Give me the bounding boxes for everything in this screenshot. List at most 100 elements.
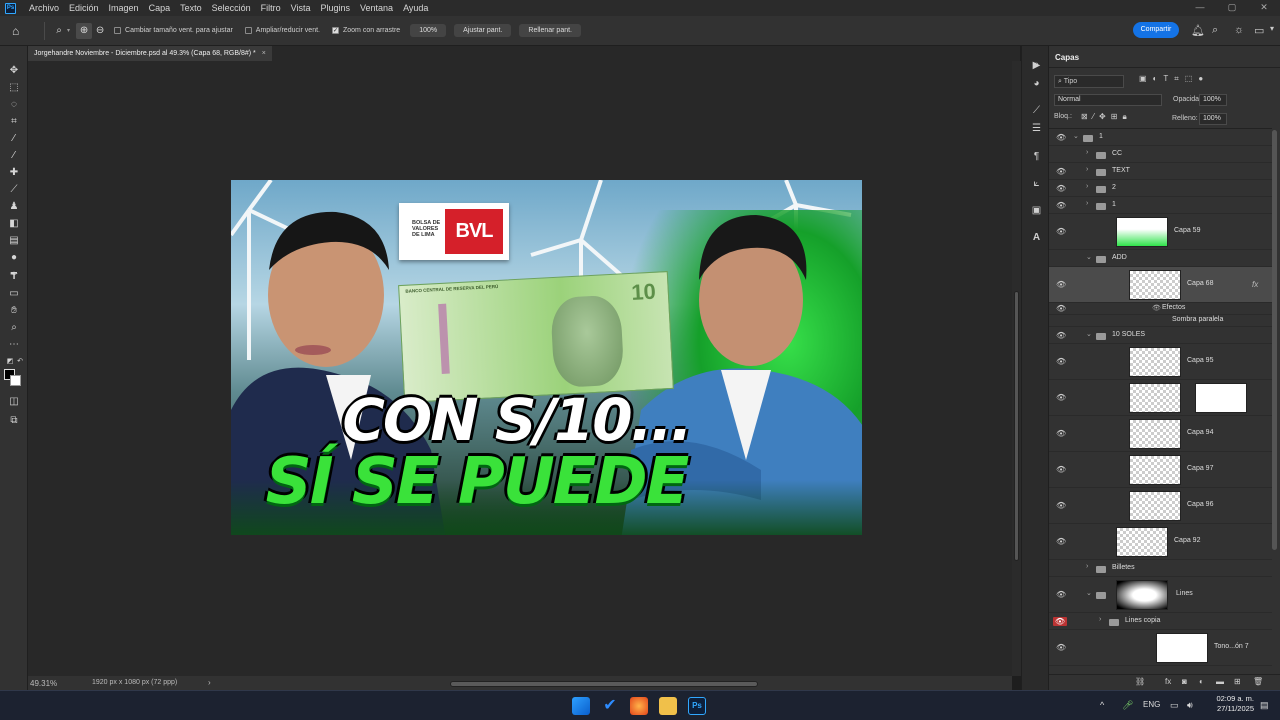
chevron-down-icon[interactable]: ▾ — [1270, 24, 1274, 33]
language-indicator[interactable]: ENG — [1143, 700, 1160, 709]
layer-name[interactable]: Capa 97 — [1187, 465, 1213, 472]
chevron-right-icon[interactable]: › — [1099, 616, 1101, 623]
layer-name[interactable]: ADD — [1112, 254, 1127, 261]
layer-name[interactable]: Capa 92 — [1174, 537, 1200, 544]
menu-seleccion[interactable]: Selección — [207, 3, 256, 13]
photoshop-taskbar-icon[interactable]: Ps — [688, 697, 706, 715]
microphone-icon[interactable]: 🎤︎ — [1122, 700, 1133, 711]
chevron-down-icon[interactable]: ⌄ — [1086, 253, 1092, 261]
visibility-eye-icon[interactable]: 👁︎ — [1056, 501, 1066, 510]
layer-thumbnail[interactable] — [1116, 527, 1168, 557]
layer-name[interactable]: TEXT — [1112, 167, 1130, 174]
layer-row[interactable]: 👁︎ Capa 92 — [1049, 524, 1272, 560]
background-color-swatch[interactable] — [10, 375, 21, 386]
layer-name[interactable]: 1 — [1099, 133, 1103, 140]
visibility-eye-icon[interactable]: 👁︎ — [1056, 316, 1066, 325]
eyedropper-tool-icon[interactable]: ⁄ — [7, 149, 21, 163]
menu-archivo[interactable]: Archivo — [24, 3, 64, 13]
visibility-eye-icon[interactable]: 👁︎ — [1056, 429, 1066, 438]
zoom-tool-icon[interactable]: ⌕ — [7, 321, 21, 335]
zoom-tool-preset-icon[interactable]: ⌕ — [51, 23, 67, 39]
menu-texto[interactable]: Texto — [175, 3, 207, 13]
color-panel-icon[interactable]: ◕ — [1030, 77, 1043, 90]
swap-colors-icon[interactable]: ↶ — [13, 355, 27, 369]
visibility-eye-icon[interactable]: 👁︎ — [1056, 357, 1066, 366]
layer-row[interactable]: 👁︎ › CC — [1049, 146, 1272, 163]
layer-name[interactable]: Tono...ón 7 — [1214, 643, 1249, 650]
fill-screen-button[interactable]: Rellenar pant. — [519, 24, 581, 37]
visibility-eye-icon[interactable]: 👁︎ — [1056, 201, 1066, 210]
opacity-field[interactable]: 100% — [1199, 94, 1227, 106]
volume-icon[interactable]: 🔊︎ — [1187, 700, 1193, 711]
layer-row[interactable]: 👁︎ › Lines copia — [1049, 613, 1272, 630]
layer-row[interactable]: 👁︎ 👁︎ Efectos — [1049, 303, 1272, 315]
layer-thumbnail[interactable] — [1129, 347, 1181, 377]
document-tab[interactable]: Jorgehandre Noviembre - Diciembre.psd al… — [28, 46, 272, 61]
layer-name[interactable]: Capa 68 — [1187, 280, 1213, 287]
layer-row[interactable]: 👁︎ Capa 59 — [1049, 214, 1272, 250]
layer-name[interactable]: 10 SOLES — [1112, 331, 1145, 338]
layers-scrollbar[interactable] — [1272, 130, 1277, 550]
visibility-eye-icon[interactable]: 👁︎ — [1056, 465, 1066, 474]
zoom-100-button[interactable]: 100% — [410, 24, 447, 37]
blend-mode-select[interactable]: Normal — [1054, 94, 1162, 106]
link-layers-icon[interactable]: ⛓ — [1135, 677, 1145, 686]
layer-thumbnail[interactable] — [1129, 491, 1181, 521]
menu-capa[interactable]: Capa — [144, 3, 176, 13]
layer-row[interactable]: 👁︎ Sombra paralela — [1049, 315, 1272, 327]
layer-thumbnail[interactable] — [1156, 633, 1208, 663]
visibility-eye-icon[interactable]: 👁︎ — [1056, 227, 1066, 236]
clock[interactable]: 02:09 a. m. 27/11/2025 — [1208, 694, 1254, 714]
layer-row[interactable]: 👁︎ Capa 94 — [1049, 416, 1272, 452]
color-swatches[interactable] — [4, 369, 24, 389]
layer-name[interactable]: Billetes — [1112, 564, 1135, 571]
firefox-icon[interactable] — [630, 697, 648, 715]
layer-name[interactable]: Capa 59 — [1174, 227, 1200, 234]
chevron-down-icon[interactable]: ▾ — [67, 27, 70, 34]
paragraph-panel-icon[interactable]: ¶ — [1030, 150, 1043, 163]
layer-row[interactable]: 👁︎ › 1 — [1049, 197, 1272, 214]
adjustments-panel-icon[interactable]: ☰ — [1030, 122, 1043, 135]
layer-row[interactable]: 👁︎ ⌄ 10 SOLES — [1049, 327, 1272, 344]
layer-filter-icons[interactable]: ▣◐T⌗⬚● — [1139, 74, 1209, 84]
menu-ventana[interactable]: Ventana — [355, 3, 398, 13]
layer-row[interactable]: 👁︎ Tono...ón 7 — [1049, 630, 1272, 666]
maximize-button[interactable]: ▢ — [1216, 0, 1248, 16]
visibility-eye-icon[interactable]: 👁︎ — [1056, 537, 1066, 546]
menu-ayuda[interactable]: Ayuda — [398, 3, 433, 13]
fx-icon[interactable]: fx — [1165, 677, 1171, 686]
adjustment-layer-icon[interactable]: ◐ — [1199, 677, 1204, 686]
visibility-eye-icon[interactable]: 👁︎ — [1056, 184, 1066, 193]
menu-vista[interactable]: Vista — [286, 3, 316, 13]
layer-name[interactable]: Capa 96 — [1187, 501, 1213, 508]
todo-app-icon[interactable]: ✔ — [601, 697, 619, 715]
add-mask-icon[interactable]: ◙ — [1182, 677, 1187, 686]
visibility-eye-icon[interactable]: 👁︎ — [1056, 280, 1066, 289]
visibility-eye-icon[interactable]: 👁︎ — [1056, 643, 1066, 652]
layer-name[interactable]: 2 — [1112, 184, 1116, 191]
rectangle-tool-icon[interactable]: ▭ — [7, 287, 21, 301]
network-icon[interactable]: ▭ — [1170, 700, 1179, 711]
move-tool-icon[interactable]: ✥ — [7, 64, 21, 78]
tab-layers[interactable]: Capas — [1055, 53, 1079, 62]
minimize-button[interactable]: — — [1184, 0, 1216, 16]
chevron-down-icon[interactable]: ⌄ — [1073, 132, 1079, 140]
layer-name[interactable]: Lines — [1176, 590, 1193, 597]
bell-icon[interactable]: 🔔︎ — [1191, 24, 1205, 37]
quick-mask-icon[interactable]: ◫ — [7, 395, 21, 409]
delete-layer-icon[interactable]: 🗑︎ — [1253, 677, 1263, 686]
home-icon[interactable]: ⌂ — [12, 25, 26, 37]
lasso-tool-icon[interactable]: ◌ — [7, 98, 21, 112]
layer-thumbnail[interactable] — [1116, 580, 1168, 610]
layer-row[interactable]: 👁︎ ⌄ Lines — [1049, 577, 1272, 613]
share-button[interactable]: Compartir — [1133, 22, 1179, 38]
dodge-tool-icon[interactable]: ● — [7, 251, 21, 265]
visibility-eye-icon[interactable]: 👁︎ — [1056, 393, 1066, 402]
visibility-eye-icon[interactable]: 👁︎ — [1056, 564, 1066, 573]
fit-screen-button[interactable]: Ajustar pant. — [454, 24, 512, 37]
layer-row[interactable]: 👁︎ › 2 — [1049, 180, 1272, 197]
properties-panel-icon[interactable]: ⟀ — [1030, 177, 1043, 190]
chevron-right-icon[interactable]: › — [1086, 200, 1088, 207]
layer-name[interactable]: Capa 95 — [1187, 357, 1213, 364]
layer-row[interactable]: 👁︎ Capa 68 fx — [1049, 267, 1272, 303]
